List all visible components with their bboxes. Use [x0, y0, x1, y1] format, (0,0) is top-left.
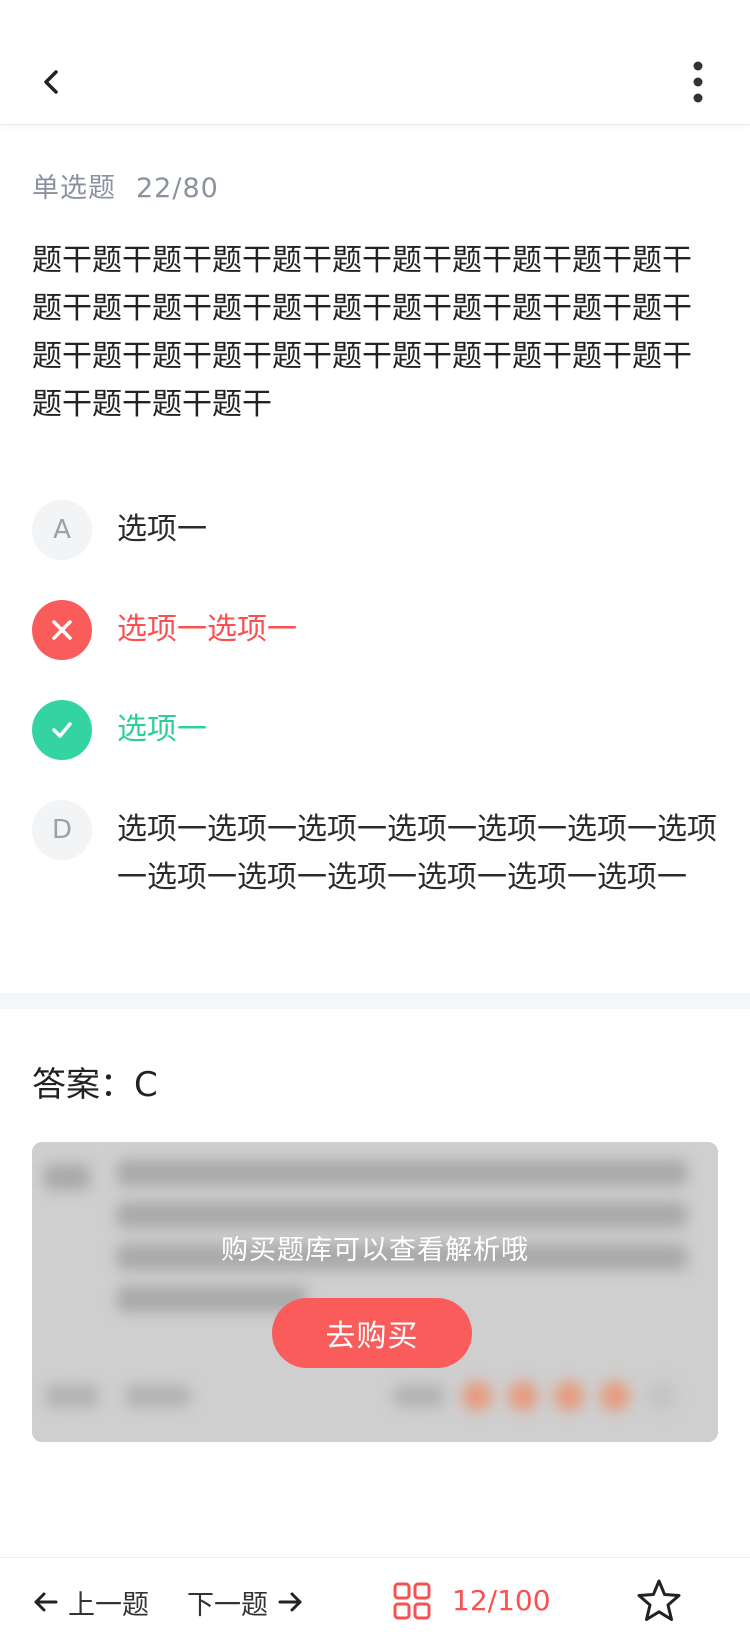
- question-index: 22/80: [136, 173, 219, 204]
- question-type-label: 单选题: [32, 173, 116, 204]
- bottom-toolbar: 上一题 下一题 12/100: [0, 1557, 750, 1646]
- option-b-marker: [32, 600, 92, 660]
- arrow-right-icon: [278, 1592, 302, 1612]
- grid-icon: [393, 1582, 431, 1620]
- question-stem: 题干题干题干题干题干题干题干题干题干题干题干题干题干题干题干题干题干题干题干题干…: [32, 243, 692, 422]
- option-a-marker: A: [32, 500, 92, 560]
- star-icon: [637, 1579, 681, 1621]
- option-c-marker: [32, 700, 92, 760]
- check-icon: [52, 722, 72, 738]
- favorite-button[interactable]: [636, 1578, 682, 1624]
- more-button[interactable]: [680, 58, 716, 106]
- buy-button[interactable]: 去购买: [272, 1298, 472, 1368]
- analysis-locked-card: 购买题库可以查看解析哦 去购买: [32, 1142, 718, 1442]
- chevron-left-icon: [44, 70, 58, 94]
- option-a-text: 选项一: [117, 512, 207, 547]
- question-progress[interactable]: 12/100: [452, 1584, 551, 1617]
- section-divider: [0, 993, 750, 1009]
- option-b-text: 选项一选项一: [117, 612, 297, 647]
- close-icon: [52, 620, 72, 640]
- next-question-button[interactable]: 下一题: [187, 1582, 304, 1622]
- back-button[interactable]: [32, 62, 72, 102]
- blurred-analysis-content: [32, 1142, 718, 1442]
- answer-line: 答案：C: [32, 1057, 158, 1106]
- answer-value: C: [134, 1065, 158, 1105]
- question-grid-button[interactable]: [393, 1582, 431, 1620]
- arrow-left-icon: [34, 1592, 58, 1612]
- prev-question-button[interactable]: 上一题: [32, 1582, 149, 1622]
- prev-question-label: 上一题: [68, 1589, 149, 1621]
- next-question-label: 下一题: [187, 1589, 268, 1621]
- answer-label: 答案：: [32, 1065, 134, 1105]
- purchase-tip: 购买题库可以查看解析哦: [221, 1235, 529, 1266]
- option-c-text: 选项一: [117, 712, 207, 747]
- option-d-text: 选项一选项一选项一选项一选项一选项一选项一选项一选项一选项一选项一选项一选项一: [117, 812, 717, 895]
- more-vertical-icon: [693, 61, 703, 103]
- top-nav-bar: [0, 0, 750, 125]
- question-meta: 单选题 22/80: [32, 166, 219, 205]
- option-d-marker: D: [32, 800, 92, 860]
